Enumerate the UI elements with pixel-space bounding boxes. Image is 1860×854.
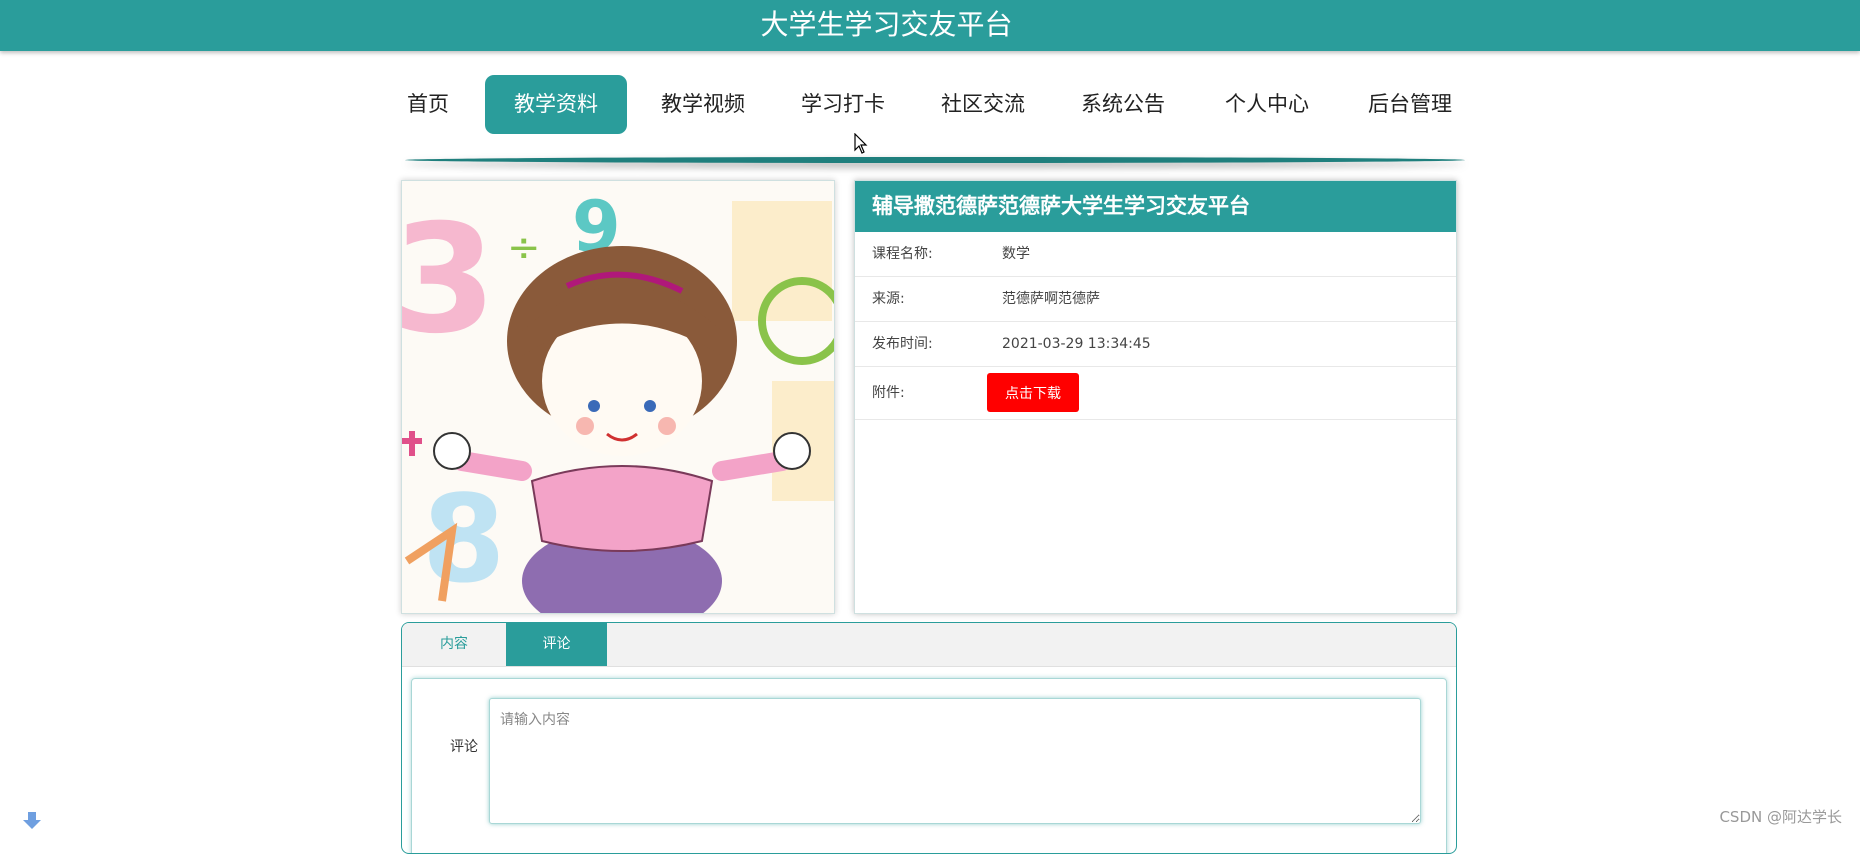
nav-item-admin[interactable]: 后台管理: [1355, 75, 1465, 134]
source-label: 来源:: [872, 291, 905, 307]
tab-comments[interactable]: 评论: [506, 623, 607, 666]
nav-item-teaching-materials[interactable]: 教学资料: [485, 75, 627, 134]
nav-item-teaching-videos[interactable]: 教学视频: [648, 75, 758, 134]
info-row-course-name: 课程名称: 数学: [855, 232, 1456, 277]
main-nav: 首页 教学资料 教学视频 学习打卡 社区交流 系统公告 个人中心 后台管理: [0, 75, 1860, 135]
publish-time-label: 发布时间:: [872, 336, 933, 352]
nav-item-home[interactable]: 首页: [395, 75, 461, 134]
nav-item-personal-center[interactable]: 个人中心: [1212, 75, 1322, 134]
cartoon-girl-illustration: 3 9 ÷ 8: [402, 181, 834, 613]
site-title: 大学生学习交友平台: [760, 8, 1013, 41]
comment-input[interactable]: [489, 698, 1421, 824]
watermark: CSDN @阿达学长: [1719, 808, 1842, 826]
content-tabs-panel: 内容 评论 评论: [401, 622, 1457, 854]
svg-text:3: 3: [402, 193, 496, 367]
nav-item-community[interactable]: 社区交流: [928, 75, 1038, 134]
mouse-cursor-icon: [854, 133, 868, 154]
course-name-label: 课程名称:: [872, 246, 933, 262]
svg-text:÷: ÷: [507, 225, 541, 271]
info-row-attachment: 附件: 点击下载: [855, 367, 1456, 420]
attachment-label: 附件:: [872, 385, 905, 401]
course-info-card: 辅导撒范德萨范德萨大学生学习交友平台 课程名称: 数学 来源: 范德萨啊范德萨 …: [854, 180, 1457, 614]
course-image: 3 9 ÷ 8: [401, 180, 835, 614]
download-button[interactable]: 点击下载: [987, 373, 1079, 412]
info-row-source: 来源: 范德萨啊范德萨: [855, 277, 1456, 322]
comment-label: 评论: [450, 739, 478, 755]
publish-time-value: 2021-03-29 13:34:45: [1002, 336, 1151, 352]
arrow-down-icon[interactable]: [22, 810, 42, 830]
course-title: 辅导撒范德萨范德萨大学生学习交友平台: [855, 181, 1456, 232]
nav-item-study-checkin[interactable]: 学习打卡: [788, 75, 898, 134]
nav-divider: [405, 157, 1465, 163]
course-name-value: 数学: [1002, 246, 1030, 262]
comment-form: 评论: [411, 678, 1447, 853]
tab-strip: 内容 评论: [402, 623, 1456, 667]
info-row-publish-time: 发布时间: 2021-03-29 13:34:45: [855, 322, 1456, 367]
nav-item-announcements[interactable]: 系统公告: [1068, 75, 1178, 134]
source-value: 范德萨啊范德萨: [1002, 291, 1100, 307]
tab-content[interactable]: 内容: [402, 623, 506, 666]
top-header-bar: 大学生学习交友平台: [0, 0, 1860, 51]
